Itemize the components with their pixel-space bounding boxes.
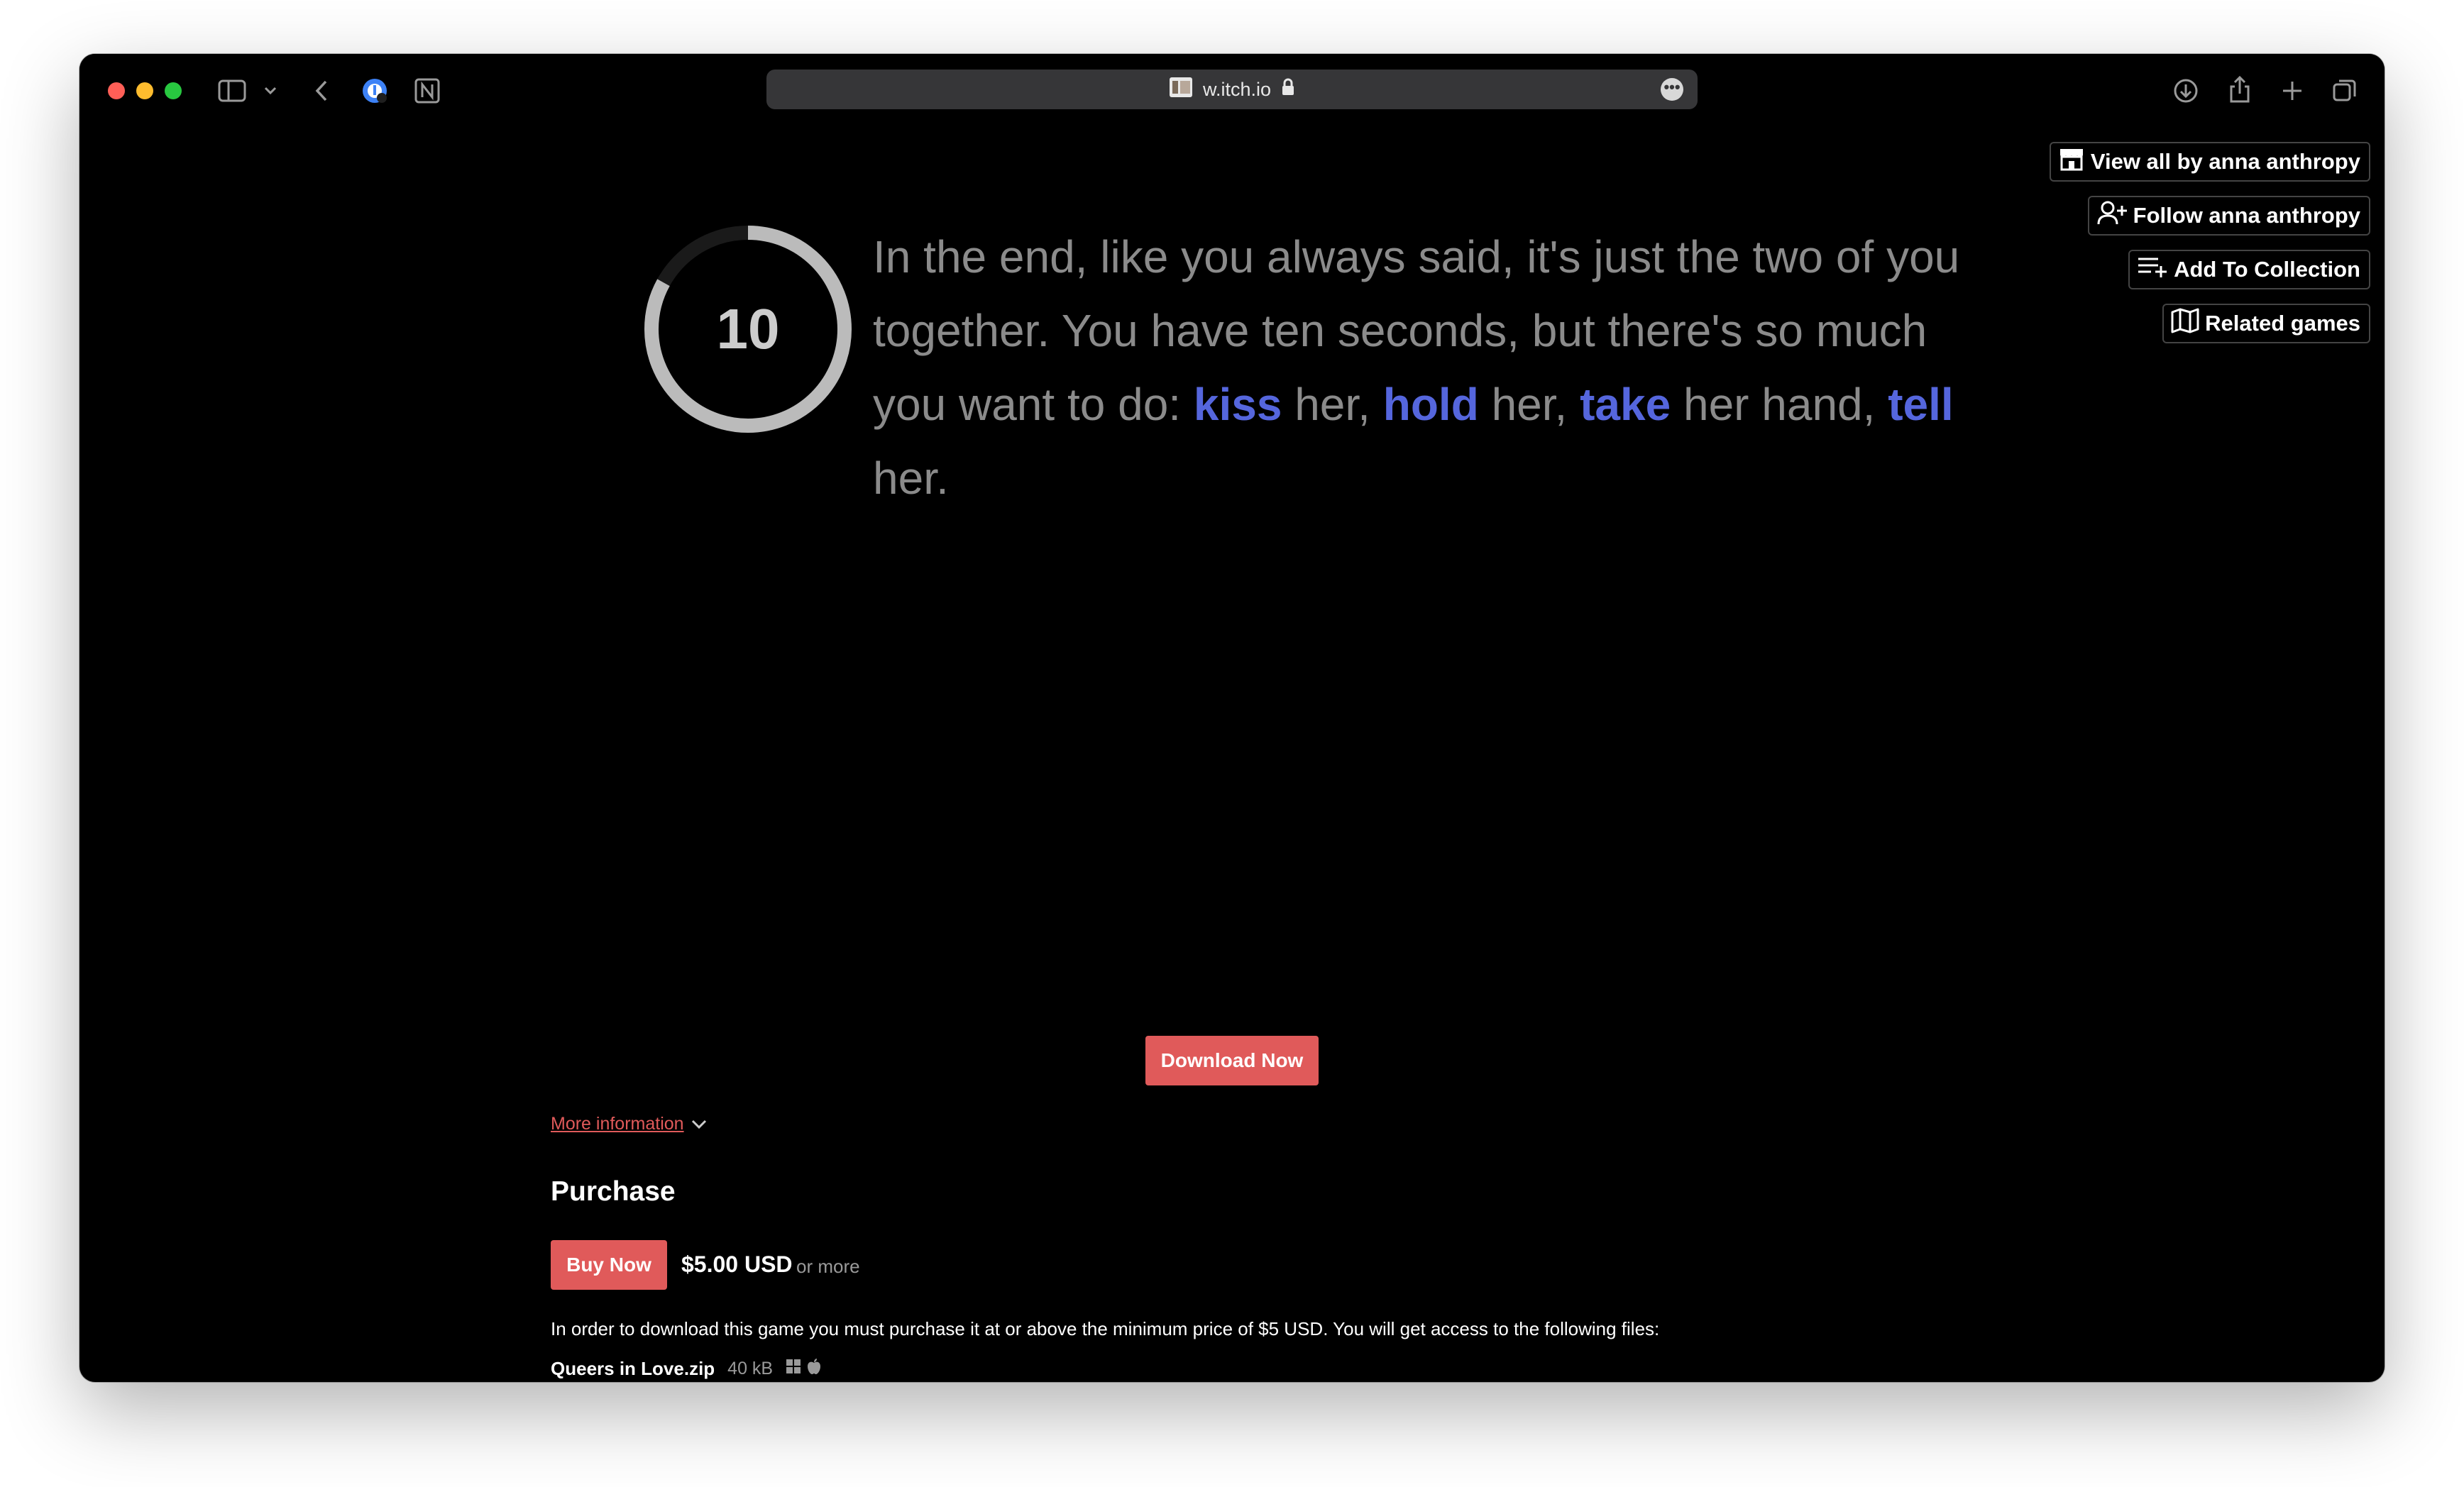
new-tab-icon[interactable] <box>2278 77 2306 105</box>
view-all-label: View all by anna anthropy <box>2090 149 2360 174</box>
choice-hold-link[interactable]: hold <box>1383 379 1479 430</box>
platform-icons <box>786 1358 821 1380</box>
buy-now-button[interactable]: Buy Now <box>551 1240 667 1290</box>
choice-take-link[interactable]: take <box>1580 379 1671 430</box>
chevron-down-icon[interactable] <box>263 81 278 101</box>
more-information-label: More information <box>551 1114 684 1134</box>
apple-icon <box>807 1358 821 1380</box>
close-window-button[interactable] <box>108 82 125 99</box>
map-icon <box>2171 308 2199 339</box>
lock-icon <box>1281 78 1295 101</box>
add-user-icon <box>2096 200 2128 231</box>
add-collection-label: Add To Collection <box>2174 257 2360 282</box>
more-information-link[interactable]: More information <box>551 1114 707 1134</box>
purchase-notice: In order to download this game you must … <box>551 1318 1660 1339</box>
follow-label: Follow anna anthropy <box>2133 203 2360 228</box>
share-icon[interactable] <box>2226 74 2254 105</box>
minimize-window-button[interactable] <box>136 82 153 99</box>
password-extension-icon[interactable] <box>361 77 389 105</box>
add-to-collection-button[interactable]: Add To Collection <box>2128 250 2370 289</box>
more-icon[interactable]: ••• <box>1661 78 1683 101</box>
story-text: In the end, like you always said, it's j… <box>873 220 1966 515</box>
file-size: 40 kB <box>727 1359 774 1378</box>
story-text-part: her, <box>1282 379 1383 430</box>
story-text-part: her, <box>1478 379 1580 430</box>
choice-kiss-link[interactable]: kiss <box>1194 379 1282 430</box>
follow-author-button[interactable]: Follow anna anthropy <box>2087 196 2370 236</box>
countdown-value: 10 <box>716 297 780 360</box>
zoom-window-button[interactable] <box>165 82 182 99</box>
purchase-heading: Purchase <box>551 1176 676 1207</box>
view-all-by-author-button[interactable]: View all by anna anthropy <box>2049 142 2370 182</box>
chevron-down-icon <box>691 1115 707 1134</box>
browser-window: w.itch.io ••• 10 In the end, like you al… <box>79 54 2385 1382</box>
url-text: w.itch.io <box>1202 78 1272 100</box>
related-games-label: Related games <box>2205 311 2360 336</box>
choice-tell-link[interactable]: tell <box>1888 379 1953 430</box>
story-text-part: her hand, <box>1671 379 1888 430</box>
related-games-button[interactable]: Related games <box>2162 304 2370 343</box>
address-bar[interactable]: w.itch.io ••• <box>766 70 1698 109</box>
price-suffix: or more <box>796 1256 860 1277</box>
download-now-button[interactable]: Download Now <box>1145 1036 1319 1085</box>
notion-icon[interactable] <box>413 77 441 105</box>
windows-icon <box>786 1359 801 1379</box>
back-icon[interactable] <box>311 78 332 104</box>
file-row: Queers in Love.zip 40 kB <box>551 1358 821 1380</box>
story-text-part: her. <box>873 453 949 504</box>
browser-toolbar: w.itch.io ••• <box>79 54 2385 125</box>
sidebar-toggle-icon[interactable] <box>217 78 247 104</box>
tabs-overview-icon[interactable] <box>2331 77 2359 105</box>
playlist-add-icon <box>2137 255 2168 284</box>
site-favicon <box>1169 77 1193 103</box>
price-value: $5.00 USD <box>681 1251 793 1277</box>
store-icon <box>2058 147 2085 177</box>
file-name: Queers in Love.zip <box>551 1358 715 1379</box>
download-icon[interactable] <box>2172 77 2200 105</box>
